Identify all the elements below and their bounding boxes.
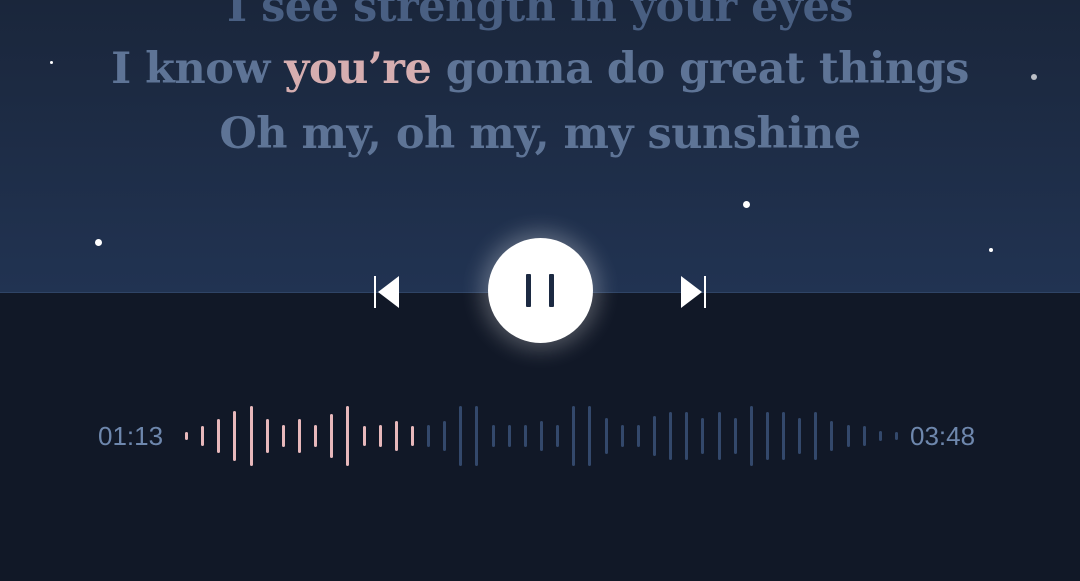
lyric-line-current: I know you’re gonna do great things: [0, 44, 1080, 94]
skip-next-icon: [681, 276, 706, 308]
waveform-bar: [717, 411, 721, 461]
waveform-bar: [782, 411, 786, 461]
waveform-bar: [669, 411, 673, 461]
waveform-bar: [765, 411, 769, 461]
waveform-bar: [685, 411, 689, 461]
waveform-bar: [620, 425, 624, 447]
waveform-bar: [475, 406, 479, 466]
waveform-bar: [588, 406, 592, 466]
lyric-current-word: you’re: [284, 44, 432, 94]
waveform-bar: [217, 419, 221, 453]
waveform-bar: [749, 406, 753, 466]
waveform-bar: [862, 425, 866, 447]
waveform-bar: [233, 410, 237, 462]
waveform-bar: [523, 425, 527, 447]
waveform-bar: [572, 406, 576, 466]
waveform-bar: [733, 418, 737, 454]
waveform-bar: [265, 418, 269, 454]
lyric-line-previous: I see strength in your eyes: [226, 0, 854, 32]
waveform-bar: [556, 425, 560, 447]
waveform-bar: [362, 425, 366, 447]
waveform-bar: [652, 415, 656, 457]
waveform-bar: [297, 419, 301, 453]
lyric-current-after: gonna do great things: [431, 44, 970, 94]
waveform-bar: [459, 406, 463, 466]
waveform-bar: [330, 414, 334, 458]
waveform-bar: [346, 406, 350, 466]
waveform-bar: [830, 420, 834, 452]
elapsed-time: 01:13: [98, 421, 164, 451]
waveform-bar: [798, 418, 802, 454]
star: [743, 201, 750, 208]
waveform-bar: [878, 430, 882, 442]
waveform-bar: [185, 431, 188, 441]
total-duration: 03:48: [910, 421, 976, 451]
waveform-bar: [636, 425, 640, 447]
waveform-bar: [443, 420, 447, 452]
waveform-bar: [378, 425, 382, 447]
waveform-bar: [540, 420, 543, 452]
waveform-bar: [491, 425, 495, 447]
play-pause-button[interactable]: [488, 238, 593, 343]
star: [95, 239, 102, 246]
skip-previous-icon: [374, 276, 399, 308]
waveform-bar: [846, 425, 850, 447]
waveform-bar: [394, 420, 398, 452]
waveform-bar: [814, 411, 818, 461]
next-track-button[interactable]: [678, 274, 710, 310]
star: [989, 248, 993, 252]
waveform-bar: [281, 425, 285, 447]
waveform-bar: [410, 425, 414, 447]
waveform-bar: [314, 425, 318, 447]
lyric-line-next: Oh my, oh my, my sunshine: [219, 109, 861, 159]
waveform-bar: [895, 431, 898, 441]
waveform-bar: [604, 418, 608, 454]
waveform-bar: [701, 418, 705, 454]
lyric-current-before: I know: [111, 44, 285, 94]
waveform-bar: [249, 406, 253, 466]
waveform-scrubber[interactable]: [180, 395, 900, 477]
waveform-bar: [201, 425, 205, 447]
lyrics-panel: I see strength in your eyes I know you’r…: [0, 0, 1080, 200]
waveform-bar: [427, 425, 431, 447]
waveform-bar: [507, 425, 511, 447]
previous-track-button[interactable]: [370, 274, 402, 310]
